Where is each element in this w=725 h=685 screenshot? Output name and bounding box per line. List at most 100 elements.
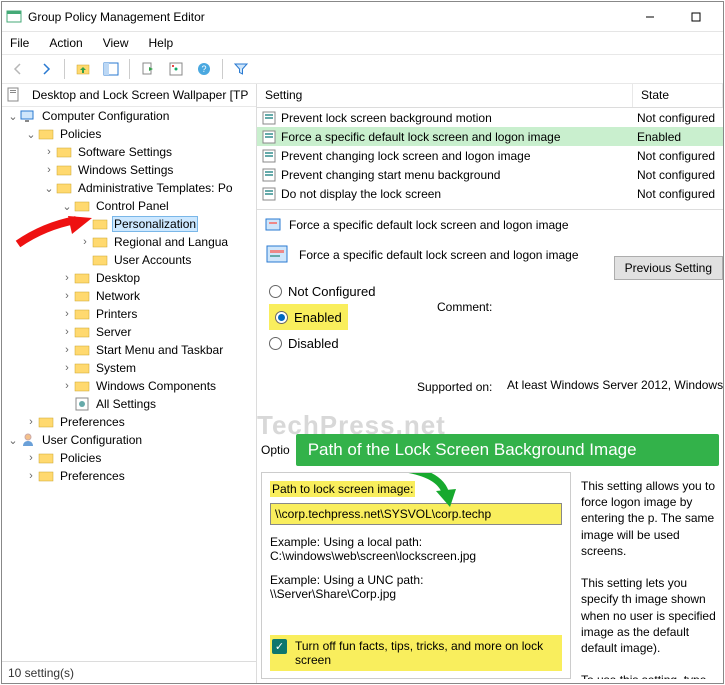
tree-node-server[interactable]: Server <box>94 325 133 339</box>
turn-off-fun-facts-checkbox[interactable]: Turn off fun facts, tips, tricks, and mo… <box>270 635 562 671</box>
folder-icon <box>38 126 54 142</box>
list-row-selected[interactable]: Force a specific default lock screen and… <box>257 127 723 146</box>
list-header: Setting State <box>257 84 723 108</box>
col-state[interactable]: State <box>633 84 723 107</box>
tree-node-system[interactable]: System <box>94 361 138 375</box>
help-button[interactable]: ? <box>192 57 216 81</box>
tree-root[interactable]: Desktop and Lock Screen Wallpaper [TP <box>2 84 256 107</box>
tree-twisty[interactable] <box>6 434 20 447</box>
checkbox-checked-icon <box>272 639 287 654</box>
tree-node-start-menu[interactable]: Start Menu and Taskbar <box>94 343 225 357</box>
folder-icon <box>56 162 72 178</box>
list-row[interactable]: Prevent lock screen background motion No… <box>257 108 723 127</box>
path-label: Path to lock screen image: <box>270 481 415 497</box>
previous-setting-button[interactable]: Previous Setting <box>614 256 723 280</box>
tree-twisty[interactable] <box>60 326 74 338</box>
tree-node-user-configuration[interactable]: User Configuration <box>40 433 144 447</box>
radio-enabled[interactable]: Enabled <box>269 304 348 330</box>
tree-twisty[interactable] <box>60 308 74 320</box>
filter-button[interactable] <box>229 57 253 81</box>
list-row[interactable]: Prevent changing start menu background N… <box>257 165 723 184</box>
menu-view[interactable]: View <box>99 34 133 52</box>
tree-twisty[interactable] <box>60 200 74 213</box>
tree-node-network[interactable]: Network <box>94 289 142 303</box>
options-label: Optio <box>261 443 296 457</box>
tree-node-user-accounts[interactable]: User Accounts <box>112 253 193 267</box>
setting-dialog-icon-large <box>265 242 291 268</box>
forward-button[interactable] <box>34 57 58 81</box>
back-button <box>6 57 30 81</box>
computer-icon <box>20 108 36 124</box>
tree-twisty[interactable] <box>24 416 38 428</box>
tree-twisty[interactable] <box>24 128 38 141</box>
tree-pane: Desktop and Lock Screen Wallpaper [TP Co… <box>2 84 257 683</box>
tree-node-admin-templates[interactable]: Administrative Templates: Po <box>76 181 235 195</box>
folder-icon <box>38 468 54 484</box>
tree-node-control-panel[interactable]: Control Panel <box>94 199 171 213</box>
statusbar: 10 setting(s) <box>2 661 256 683</box>
tree-twisty[interactable] <box>24 452 38 464</box>
export-button[interactable] <box>136 57 160 81</box>
menu-action[interactable]: Action <box>45 34 86 52</box>
tree-twisty[interactable] <box>42 164 56 176</box>
list-rows: Prevent lock screen background motion No… <box>257 108 723 203</box>
minimize-button[interactable] <box>627 2 673 31</box>
folder-icon <box>56 144 72 160</box>
col-setting[interactable]: Setting <box>257 84 633 107</box>
all-settings-icon <box>74 396 90 412</box>
titlebar: Group Policy Management Editor <box>2 2 723 32</box>
supported-label: Supported on: <box>417 380 492 394</box>
tree-node-desktop[interactable]: Desktop <box>94 271 142 285</box>
example-unc-path: Example: Using a UNC path: \\Server\Shar… <box>270 573 562 601</box>
tree-twisty[interactable] <box>24 470 38 482</box>
radio-disabled[interactable]: Disabled <box>269 330 711 356</box>
tree-node-policies2[interactable]: Policies <box>58 451 103 465</box>
properties-button[interactable] <box>164 57 188 81</box>
tree-node-software-settings[interactable]: Software Settings <box>76 145 174 159</box>
list-row[interactable]: Prevent changing lock screen and logon i… <box>257 146 723 165</box>
up-button[interactable] <box>71 57 95 81</box>
setting-dialog-icon <box>265 216 283 234</box>
setting-icon <box>261 148 277 164</box>
tree-node-printers[interactable]: Printers <box>94 307 139 321</box>
setting-dialog: Force a specific default lock screen and… <box>257 209 723 683</box>
tree-twisty[interactable] <box>78 236 92 248</box>
options-panel: Path to lock screen image: Example: Usin… <box>261 472 571 679</box>
tree-twisty[interactable] <box>60 272 74 284</box>
folder-icon <box>74 342 90 358</box>
tree-node-windows-components[interactable]: Windows Components <box>94 379 218 393</box>
tree-node-preferences2[interactable]: Preferences <box>58 469 127 483</box>
options-row: Optio Path of the Lock Screen Background… <box>261 434 719 466</box>
tree-node-personalization[interactable]: Personalization <box>112 216 198 232</box>
menu-file[interactable]: File <box>6 34 33 52</box>
status-text: 10 setting(s) <box>8 666 74 680</box>
tree-twisty[interactable] <box>60 344 74 356</box>
list-row[interactable]: Do not display the lock screen Not confi… <box>257 184 723 203</box>
setting-icon <box>261 167 277 183</box>
tree-node-all-settings[interactable]: All Settings <box>94 397 158 411</box>
maximize-button[interactable] <box>673 2 719 31</box>
tree-twisty[interactable] <box>42 182 56 195</box>
dialog-title: Force a specific default lock screen and… <box>257 210 723 236</box>
tree-twisty[interactable] <box>42 146 56 158</box>
tree-twisty[interactable] <box>6 110 20 123</box>
show-hide-tree-button[interactable] <box>99 57 123 81</box>
tree-twisty[interactable] <box>60 362 74 374</box>
tree-twisty[interactable] <box>60 380 74 392</box>
help-panel: This setting allows you to force logon i… <box>577 472 723 679</box>
tree-node-preferences[interactable]: Preferences <box>58 415 127 429</box>
tree-node-windows-settings[interactable]: Windows Settings <box>76 163 175 177</box>
tree-node-policies[interactable]: Policies <box>58 127 103 141</box>
setting-icon <box>261 186 277 202</box>
folder-icon <box>74 198 90 214</box>
green-arrow-annotation <box>398 472 458 509</box>
menu-help[interactable]: Help <box>145 34 178 52</box>
setting-icon <box>261 129 277 145</box>
folder-icon <box>92 252 108 268</box>
folder-icon <box>74 270 90 286</box>
tree-node-computer-configuration[interactable]: Computer Configuration <box>40 109 171 123</box>
folder-icon <box>74 360 90 376</box>
tree-twisty[interactable] <box>60 290 74 302</box>
example-local-path: Example: Using a local path: C:\windows\… <box>270 535 562 563</box>
tree-node-regional[interactable]: Regional and Langua <box>112 235 230 249</box>
